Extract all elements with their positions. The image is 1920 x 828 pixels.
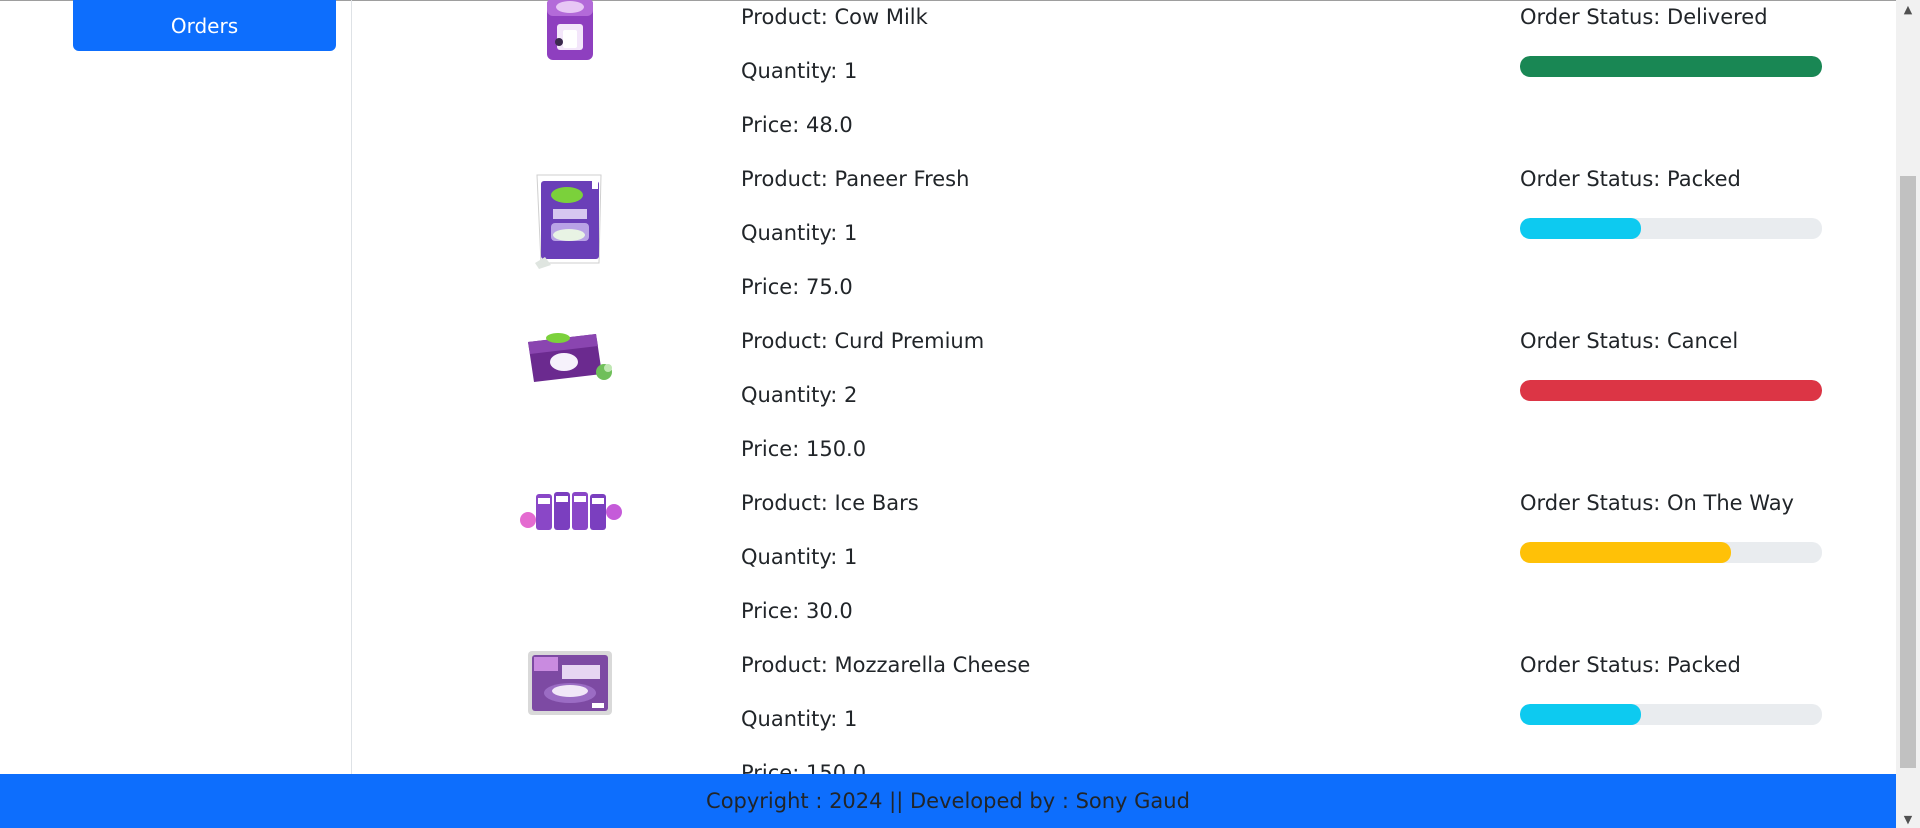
product-name: Product: Mozzarella Cheese: [741, 653, 1031, 677]
scrollbar-thumb[interactable]: [1900, 176, 1916, 768]
order-progress-fill: [1520, 218, 1641, 239]
order-progress-fill: [1520, 542, 1732, 563]
order-status: Order Status: Packed: [1520, 167, 1741, 191]
triangle-up-icon[interactable]: ▲: [1896, 0, 1920, 18]
order-progress-fill: [1520, 380, 1822, 401]
order-progress-bar: [1520, 704, 1822, 725]
paneer-fresh-product-image: [520, 167, 620, 275]
orders-list: Product: Cow Milk Quantity: 1 Price: 48.…: [353, 0, 1896, 774]
order-item: Product: Cow Milk Quantity: 1 Price: 48.…: [353, 0, 1896, 165]
product-quantity: Quantity: 2: [741, 383, 858, 407]
product-price: Price: 75.0: [741, 275, 853, 299]
order-progress-fill: [1520, 704, 1641, 725]
order-item: Product: Ice Bars Quantity: 1 Price: 30.…: [353, 489, 1896, 651]
order-progress-bar: [1520, 380, 1822, 401]
order-progress-bar: [1520, 218, 1822, 239]
order-progress-fill: [1520, 56, 1822, 77]
orders-button[interactable]: Orders: [73, 0, 336, 51]
order-item: Product: Mozzarella Cheese Quantity: 1 P…: [353, 651, 1896, 774]
curd-premium-product-image: [520, 327, 620, 387]
vertical-scrollbar[interactable]: ▲ ▼: [1896, 0, 1920, 828]
order-status: Order Status: Cancel: [1520, 329, 1739, 353]
sidebar: Orders: [0, 0, 352, 774]
order-progress-bar: [1520, 542, 1822, 563]
order-status: Order Status: Delivered: [1520, 5, 1768, 29]
product-quantity: Quantity: 1: [741, 707, 858, 731]
order-item: Product: Curd Premium Quantity: 2 Price:…: [353, 327, 1896, 489]
order-item: Product: Paneer Fresh Quantity: 1 Price:…: [353, 165, 1896, 327]
product-name: Product: Cow Milk: [741, 5, 928, 29]
product-quantity: Quantity: 1: [741, 59, 858, 83]
mozzarella-cheese-product-image: [520, 645, 620, 721]
product-quantity: Quantity: 1: [741, 221, 858, 245]
triangle-down-icon[interactable]: ▼: [1896, 810, 1920, 828]
product-name: Product: Ice Bars: [741, 491, 919, 515]
product-name: Product: Curd Premium: [741, 329, 985, 353]
product-price: Price: 150.0: [741, 437, 867, 461]
product-price: Price: 150.0: [741, 761, 867, 774]
product-price: Price: 48.0: [741, 113, 853, 137]
ice-bars-product-image: [515, 485, 625, 539]
footer-copyright: Copyright : 2024 || Developed by : Sony …: [706, 789, 1190, 813]
product-price: Price: 30.0: [741, 599, 853, 623]
order-progress-bar: [1520, 56, 1822, 77]
footer: Copyright : 2024 || Developed by : Sony …: [0, 774, 1896, 828]
product-quantity: Quantity: 1: [741, 545, 858, 569]
order-status: Order Status: Packed: [1520, 653, 1741, 677]
cow-milk-product-image: [520, 0, 620, 67]
product-name: Product: Paneer Fresh: [741, 167, 970, 191]
order-status: Order Status: On The Way: [1520, 491, 1794, 515]
